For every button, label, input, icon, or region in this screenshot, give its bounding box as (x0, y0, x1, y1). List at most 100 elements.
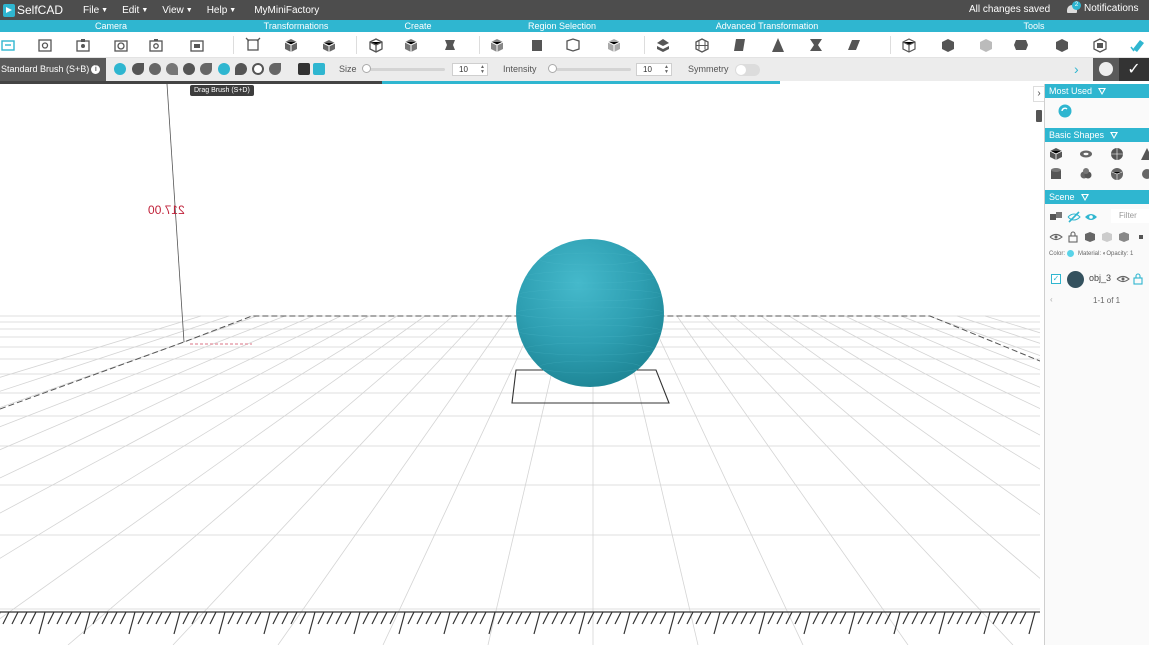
scene-header[interactable]: Scene (1045, 190, 1149, 204)
visibility-all-icon[interactable] (1067, 210, 1081, 224)
cylinder-shape-icon[interactable] (1049, 167, 1063, 181)
brush-settings-button[interactable] (1093, 58, 1119, 81)
menu-view[interactable]: View ▼ (162, 5, 192, 16)
eye-icon[interactable] (1049, 230, 1063, 244)
menu-help[interactable]: Help ▼ (207, 5, 237, 16)
size-slider[interactable] (363, 68, 445, 71)
box-icon[interactable] (403, 37, 419, 53)
stepper-icon[interactable]: ▲ ▼ (480, 65, 485, 75)
scene-filter-input[interactable]: Filter (1111, 209, 1149, 223)
boolean-icon[interactable] (901, 37, 917, 53)
filter-icon[interactable] (1098, 88, 1107, 96)
confirm-button[interactable]: ✓ (1119, 58, 1149, 81)
intensity-input[interactable]: 10 ▲ ▼ (636, 63, 672, 76)
layer-brush-icon[interactable] (269, 63, 281, 75)
app-logo[interactable]: SelfCAD (0, 0, 69, 20)
size-input[interactable]: 10 ▲ ▼ (452, 63, 488, 76)
most-used-header[interactable]: Most Used (1045, 84, 1149, 98)
cone-shape-icon[interactable] (1140, 147, 1149, 161)
cube-shaded-icon[interactable] (1117, 230, 1131, 244)
object-checkbox[interactable]: ✓ (1051, 274, 1061, 284)
eye-icon[interactable] (1084, 210, 1098, 224)
select-region-icon[interactable] (606, 37, 622, 53)
stepper-icon[interactable]: ▲ ▼ (664, 65, 669, 75)
taper-icon[interactable] (770, 37, 786, 53)
cube-wire-icon[interactable] (1100, 230, 1114, 244)
size-slider-handle[interactable] (362, 64, 371, 73)
torus-shape-icon[interactable] (1079, 147, 1093, 161)
ruler-tick (641, 611, 649, 625)
rotate-icon[interactable] (283, 37, 299, 53)
stitch-icon[interactable] (655, 37, 671, 53)
project-name[interactable]: MyMiniFactory (254, 5, 319, 16)
smooth-brush-icon[interactable] (132, 63, 144, 75)
pinch-brush-icon[interactable] (166, 63, 178, 75)
lock-icon[interactable] (1066, 230, 1080, 244)
fill-brush-icon[interactable] (252, 63, 264, 75)
scrape-brush-icon[interactable] (235, 63, 247, 75)
crease-brush-icon[interactable] (200, 63, 212, 75)
standard-brush-icon[interactable] (114, 63, 126, 75)
smooth-icon[interactable] (1013, 37, 1029, 53)
cube-solid-icon[interactable] (1083, 230, 1097, 244)
drag-brush-icon[interactable] (218, 63, 230, 75)
sphere-object[interactable] (516, 239, 664, 387)
3d-viewport[interactable]: 217.00 (0, 84, 1040, 645)
symmetry-toggle[interactable] (735, 64, 760, 76)
add-icon[interactable] (313, 63, 325, 75)
geosphere-shape-icon[interactable] (1110, 167, 1124, 181)
camera-screenshot-icon[interactable] (189, 37, 205, 53)
bend-icon[interactable] (732, 37, 748, 53)
camera-zoom-icon[interactable] (37, 37, 53, 53)
eye-icon[interactable] (1116, 272, 1130, 286)
knot-shape-icon[interactable] (1079, 167, 1093, 181)
subdivide-icon[interactable] (694, 37, 710, 53)
menu-edit[interactable]: Edit ▼ (122, 5, 148, 16)
camera-fit-icon[interactable] (148, 37, 164, 53)
intensity-slider-handle[interactable] (548, 64, 557, 73)
object-name[interactable]: obj_3 (1089, 273, 1111, 283)
intensity-slider[interactable] (549, 68, 631, 71)
chevron-right-icon[interactable]: › (1074, 61, 1079, 77)
viewport-canvas[interactable] (0, 84, 1040, 645)
extrude-icon[interactable] (442, 37, 458, 53)
deform-icon[interactable] (846, 37, 862, 53)
info-icon[interactable]: i (91, 65, 101, 75)
subtract-icon[interactable] (298, 63, 310, 75)
hollow-icon[interactable] (1054, 37, 1070, 53)
flatten-brush-icon[interactable] (183, 63, 195, 75)
group-icon[interactable] (1049, 210, 1063, 224)
lock-icon[interactable] (1131, 272, 1145, 286)
gear-shape-icon[interactable] (1140, 167, 1149, 181)
chevron-left-icon[interactable]: ‹ (1050, 295, 1053, 304)
filter-icon[interactable] (1080, 194, 1089, 202)
color-swatch[interactable] (1067, 250, 1075, 257)
cube-shape-icon[interactable] (1049, 147, 1063, 161)
simplify-icon[interactable] (978, 37, 994, 53)
solidify-icon[interactable] (940, 37, 956, 53)
flatten-icon[interactable] (1092, 37, 1108, 53)
delete-icon[interactable] (1134, 230, 1148, 244)
select-face-icon[interactable] (489, 37, 505, 53)
menu-file[interactable]: File ▼ (83, 5, 108, 16)
select-edge-icon[interactable] (529, 37, 545, 53)
notifications-button[interactable]: 2 Notifications (1066, 1, 1138, 15)
move-icon[interactable] (245, 37, 261, 53)
inflate-brush-icon[interactable] (149, 63, 161, 75)
camera-rotate-icon[interactable] (113, 37, 129, 53)
viewport-scroll-handle[interactable] (1036, 110, 1042, 122)
scene-object-row[interactable]: ✓ obj_3 (1045, 269, 1149, 289)
filter-icon[interactable] (1110, 132, 1119, 140)
drag-brush-shortcut-icon[interactable] (1058, 104, 1072, 118)
twist-icon[interactable] (808, 37, 824, 53)
sphere-shape-icon[interactable] (1110, 147, 1124, 161)
opacity-value[interactable]: 1 (1130, 251, 1133, 257)
basic-shapes-header[interactable]: Basic Shapes (1045, 128, 1149, 142)
select-vertex-icon[interactable] (565, 37, 581, 53)
ruler-tick (821, 611, 829, 625)
cube-icon[interactable] (368, 37, 384, 53)
sculpt-icon[interactable] (1130, 37, 1146, 53)
camera-home-icon[interactable] (0, 37, 16, 53)
camera-pan-icon[interactable] (75, 37, 91, 53)
scale-icon[interactable] (321, 37, 337, 53)
